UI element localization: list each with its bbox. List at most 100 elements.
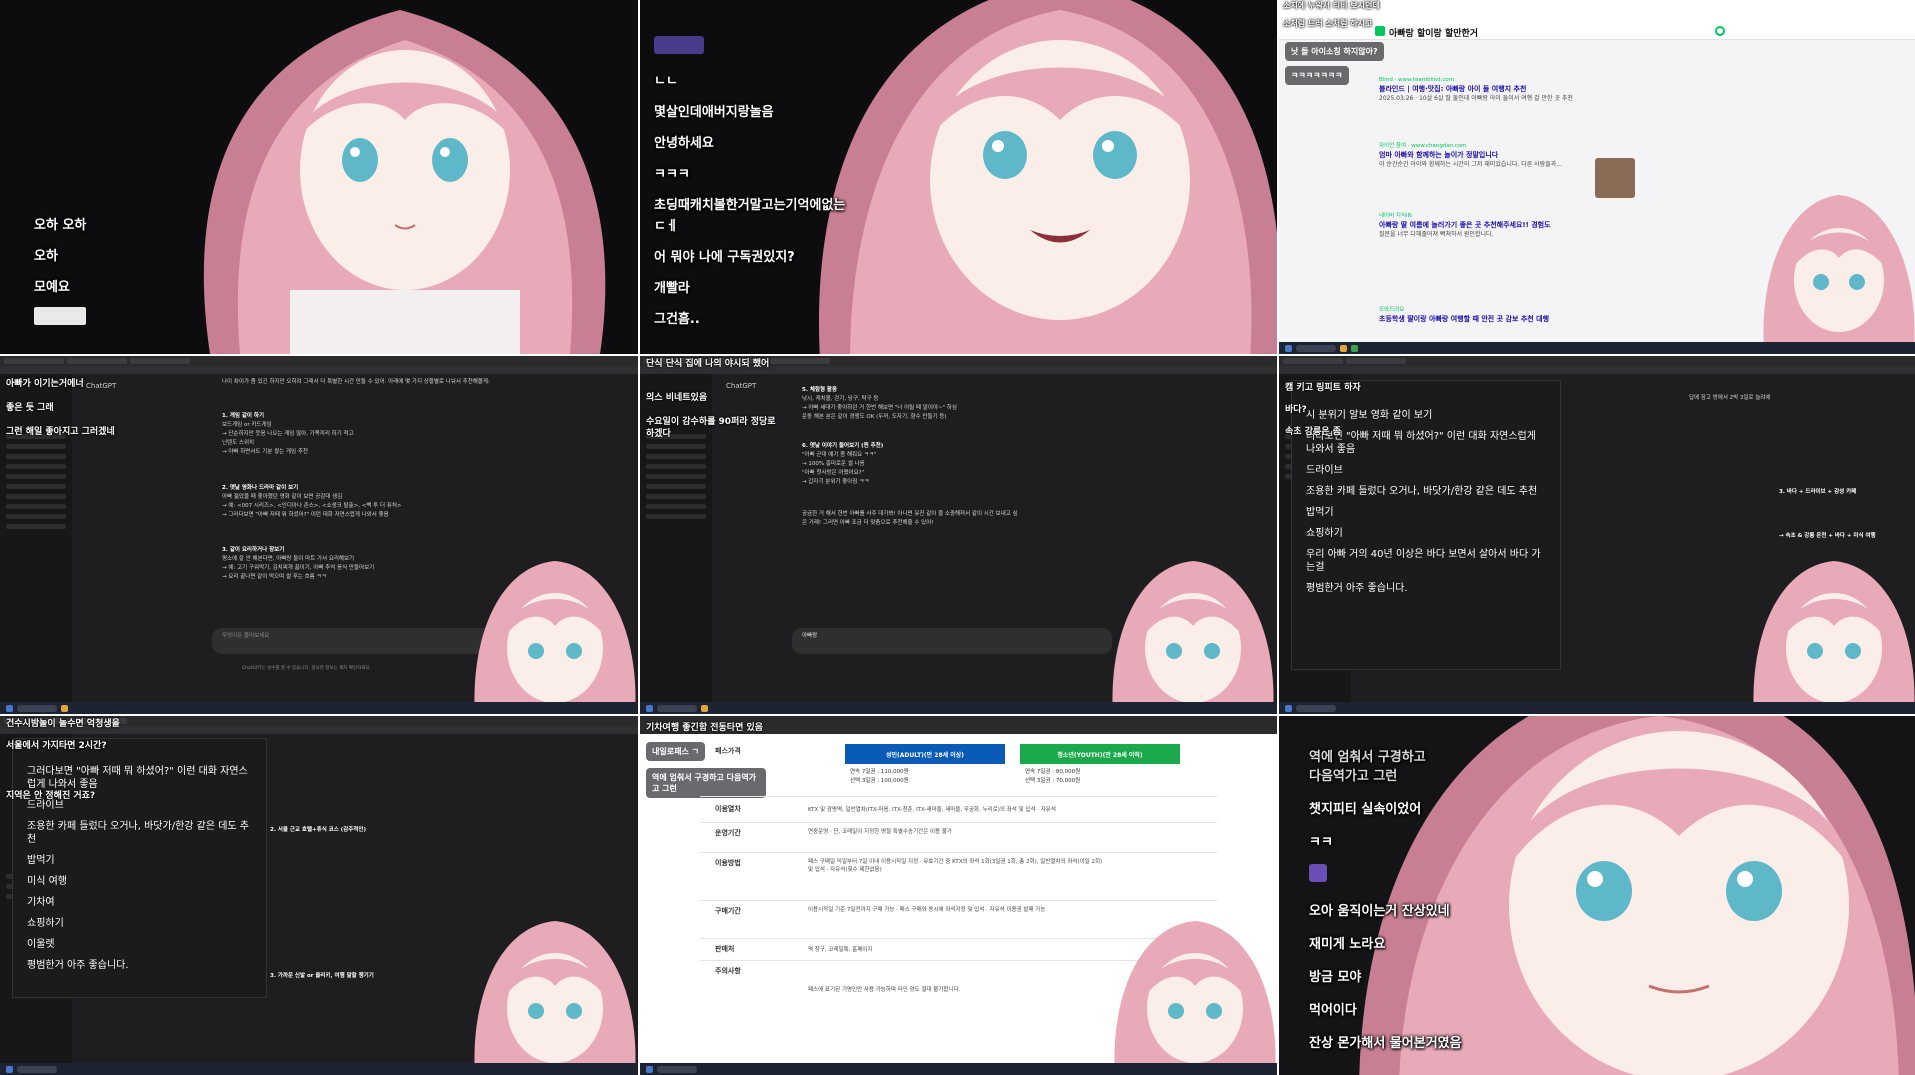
sidebar-item[interactable] [6,514,66,519]
sidebar-item[interactable] [646,484,706,489]
folder-icon[interactable] [1340,344,1347,352]
chat-overlay-text: 서울에서 가지타면 2시간? [6,741,107,751]
browser-tab[interactable] [1283,358,1343,364]
sidebar-item[interactable] [646,474,706,479]
app-icon[interactable] [1351,344,1358,352]
taskbar [1279,702,1915,714]
popup-text: 기차여 [27,897,55,908]
chat-overlay: 역에 엄춰서 구경하고 다음역가고 그런 챗지피티 실속이었어 ㅋㅋ 오아 움직… [1309,746,1462,1051]
browser-tab[interactable] [4,358,64,364]
row-text: 패스 구매일 익일부터 7일 이내 이용시작일 지정 · 유효기간 중 KTX의… [808,859,1103,873]
chat-message: 개빨라 [654,281,690,296]
chat-message: 역에 엄춰서 구경하고 다음역가고 그런 [1309,750,1426,784]
sidebar-item[interactable] [6,484,66,489]
sidebar-item[interactable] [6,454,66,459]
sidebar-item[interactable] [6,494,66,499]
assistant-intro: 나이 차이가 좀 있긴 하지만 오히려 그래서 더 특별한 시간 만들 수 있어… [222,379,490,385]
assistant-section: 2. 옛날 영화나 드라마 같이 보기 아빠 젊었을 때 좋아했던 영화 같이 … [222,484,522,520]
sidebar-item[interactable] [646,504,706,509]
sidebar-item[interactable] [646,454,706,459]
section-bullet: 운동 해본 분은 같이 경쟁도 OK (두꺼, 도자기, 향수 만들기 등) [802,414,947,420]
section-title: 2. 서울 근교 호텔+휴식 코스 (감주적인) [270,827,366,833]
sidebar-item[interactable] [6,464,66,469]
sidebar-item[interactable] [6,474,66,479]
taskbar-search[interactable] [17,1065,57,1073]
taskbar-search[interactable] [1296,704,1336,712]
sidebar-item[interactable] [646,464,706,469]
search-input[interactable]: 아빠랑 할이랑 할만한거 [1389,26,1478,39]
address-bar[interactable] [1279,366,1915,374]
taskbar [0,1063,638,1075]
section-bullet: 닌텐도 스위치 [222,440,255,446]
row-label: 패스가격 [715,747,741,755]
row-text: 이용시작일 기준 7일전까지 구매 가능 · 패스 구매와 동시에 좌석지정 및… [808,907,1046,913]
start-icon[interactable] [6,1065,13,1073]
chat-bubble: 역에 엄춰서 구경하고 다음역가고 그런 [646,768,766,798]
start-icon[interactable] [646,704,653,712]
start-icon[interactable] [6,704,13,712]
result-title[interactable]: 아빠랑 딸 여름에 놀러가기 좋은 곳 추천해주세요!! 경험도 [1379,221,1679,230]
sidebar-item[interactable] [6,444,66,449]
section-title: 3. 가까운 신발 or 올리키, 여행 말할 챙기기 [270,973,374,979]
browser-tab[interactable] [770,358,830,364]
row-label: 구매기간 [715,907,741,915]
row-label: 운영기간 [715,829,741,837]
chat-message: 방금 모야 [1309,970,1362,985]
address-bar[interactable] [0,366,638,374]
app-title[interactable]: ChatGPT [726,382,756,390]
section-bullet: 아빠 젊었을 때 좋아했던 영화 같이 보면 공감대 생김 [222,494,343,500]
chat-overlay-text: 지역은 안 정해진 거죠? [6,791,96,801]
popup-text: 조용한 카페 들렀다 오거나, 바닷가/한강 같은 데도 추천 [1306,486,1538,497]
prompt-input[interactable]: 아빠랑 [792,628,1112,654]
assistant-section: 6. 옛날 이야기 들어보기 (찐 추천) "아빠 군대 얘기 좀 해줘요 ㅋㅋ… [802,442,1102,487]
search-result[interactable]: Blind · www.teamblind.com 블라인드 | 여행·맛집: … [1379,76,1679,103]
taskbar-search[interactable] [657,704,697,712]
panel-chatgpt-3: 답에 잠고 방에서 2박 3일로 늘려에 3. 바다 + 드라이브 + 감성 카… [1279,356,1915,714]
chat-overlay-text: 캠 키고 링피트 하자 [1285,383,1361,393]
folder-icon[interactable] [61,704,68,712]
start-icon[interactable] [1285,344,1292,352]
section-bullet: → 100% 흥미로운 썰 나옴 [802,461,865,467]
chat-overlay-text: 소처럼 드러 소처럼 하시고 [1283,19,1373,28]
sidebar-item[interactable] [646,494,706,499]
start-icon[interactable] [1285,704,1292,712]
vtuber-avatar [818,0,1277,354]
chat-overlay-text: 소지에 누워서 티비 보시던데 [1283,1,1380,10]
taskbar-search[interactable] [17,704,57,712]
price-line: 연속 7일권 : 80,000원 [1025,769,1081,775]
row-text: 역 창구, 코레일톡, 홈페이지 [808,947,873,953]
result-source: Blind · www.teamblind.com [1379,77,1455,83]
search-result[interactable]: 네이버 지식iN 아빠랑 딸 여름에 놀러가기 좋은 곳 추천해주세요!! 경험… [1379,212,1679,239]
taskbar-search[interactable] [1296,344,1336,352]
result-source: 네이버 지식iN [1379,213,1412,219]
emote-image [1309,864,1462,886]
popup-text: 쇼핑하기 [1306,528,1343,539]
chat-overlay-text: 좋은 듯 그래 [6,403,54,413]
start-icon[interactable] [646,1065,653,1073]
search-result[interactable]: 도와드려요 초등학생 딸이랑 아빠랑 여행할 때 안전 곳 감보 추천 대행 [1379,306,1679,324]
sidebar-item[interactable] [646,514,706,519]
browser-tab[interactable] [130,358,190,364]
browser-tab[interactable] [67,358,127,364]
row-text: 패스에 표기된 기명인만 사용 가능하며 타인 양도 절대 불가합니다. [808,987,961,993]
section-bullet: "아빠 첫사랑은 어땠어요?" [802,470,865,476]
search-icon[interactable] [1715,26,1725,36]
divider [700,822,1217,823]
row-label: 판매처 [715,945,735,953]
sidebar-item[interactable] [6,504,66,509]
taskbar-search[interactable] [657,1065,697,1073]
browser-tab[interactable] [1346,358,1406,364]
sidebar-item[interactable] [6,524,66,529]
row-text: 연중운영 · 단, 코레일이 지정한 명절 특별수송기간은 이용 불가 [808,829,952,835]
sidebar-item[interactable] [646,444,706,449]
app-title[interactable]: ChatGPT [86,382,116,390]
popup-text: 시 분위기 알보 영화 같이 보기 [1306,410,1433,421]
naver-logo-icon [1375,26,1385,36]
folder-icon[interactable] [701,704,708,712]
chat-overlay-text: 단식 단식 집에 나의 야시되 했어 [646,359,770,369]
result-thumbnail[interactable] [1595,158,1635,198]
result-title[interactable]: 초등학생 딸이랑 아빠랑 여행할 때 안전 곳 감보 추천 대행 [1379,315,1679,324]
chat-message: 챗지피티 실속이었어 [1309,802,1422,817]
result-title[interactable]: 블라인드 | 여행·맛집: 아빠랑 아이 둘 여행지 추천 [1379,85,1679,94]
chat-message: 먹어이다 [1309,1003,1357,1018]
